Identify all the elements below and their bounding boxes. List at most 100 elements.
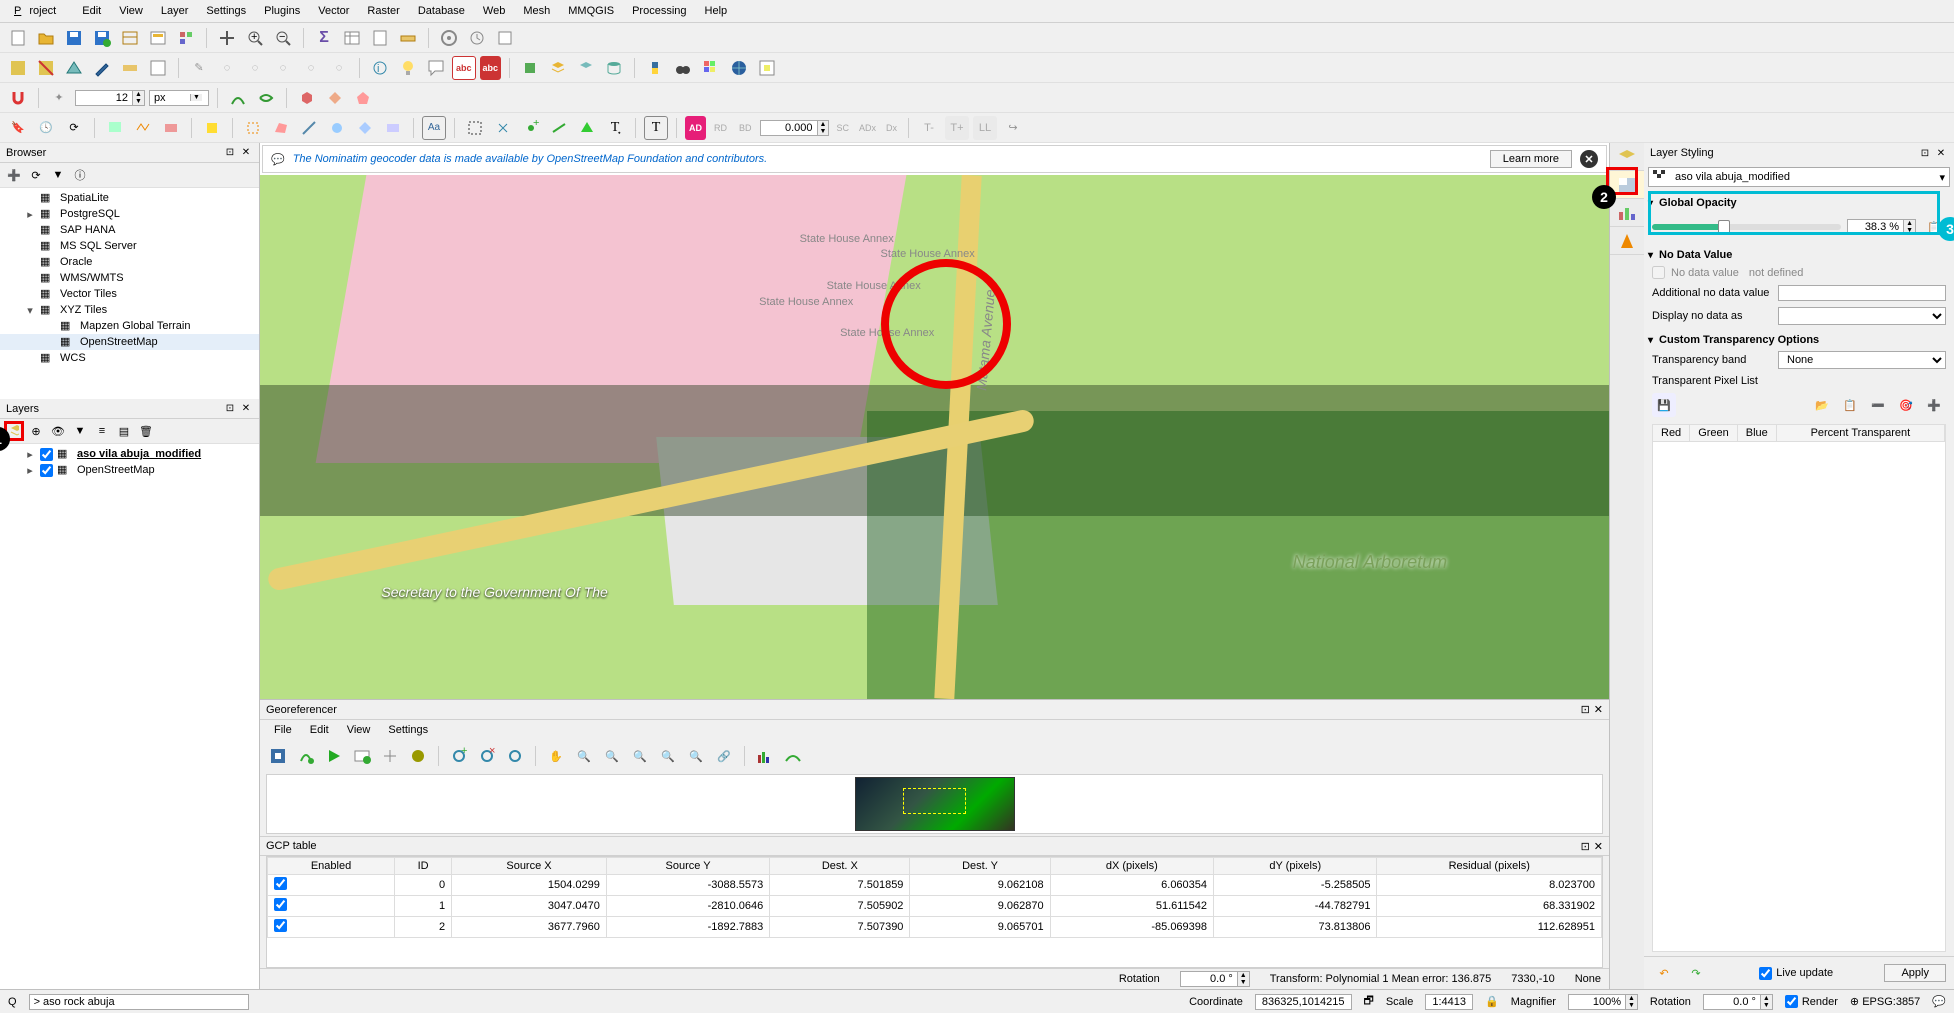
- locator-search-input[interactable]: [29, 994, 249, 1010]
- chevron-down-icon[interactable]: ▾: [1939, 171, 1945, 184]
- menu-view[interactable]: View: [111, 2, 151, 20]
- options-browser-icon[interactable]: ⓘ: [70, 165, 90, 185]
- menu-web[interactable]: Web: [475, 2, 513, 20]
- zoom-out-georef-icon[interactable]: 🔍: [600, 744, 624, 768]
- map-canvas[interactable]: State House Annex State House Annex Stat…: [260, 175, 1609, 699]
- browser-item[interactable]: ▦Mapzen Global Terrain: [0, 318, 259, 334]
- pan-icon[interactable]: [215, 26, 239, 50]
- close-styling-icon[interactable]: ✕: [1934, 146, 1948, 160]
- gcp-add-icon[interactable]: +: [447, 744, 471, 768]
- menu-vector[interactable]: Vector: [310, 2, 357, 20]
- hexagon-icon[interactable]: [295, 86, 319, 110]
- start-georef-icon[interactable]: [322, 744, 346, 768]
- georef-rotation-input[interactable]: ▲▼: [1180, 971, 1250, 987]
- nested-layer-icon[interactable]: [200, 116, 224, 140]
- measure-icon[interactable]: [396, 26, 420, 50]
- scale-factor-input[interactable]: ▲▼: [760, 120, 830, 136]
- open-attr-icon[interactable]: [340, 26, 364, 50]
- move-feature-icon[interactable]: [491, 116, 515, 140]
- close-georef-icon[interactable]: ✕: [1594, 703, 1603, 716]
- coord-x-input[interactable]: ▲▼: [75, 90, 145, 106]
- abc-1-icon[interactable]: abc: [452, 56, 476, 80]
- filter-browser-icon[interactable]: ▼: [48, 165, 68, 185]
- add-point-icon[interactable]: +: [519, 116, 543, 140]
- add-line-icon[interactable]: [547, 116, 571, 140]
- layer-select[interactable]: aso vila abuja_modified ▾: [1648, 167, 1950, 187]
- gcp-move-icon[interactable]: [503, 744, 527, 768]
- text-frame-icon[interactable]: T: [644, 116, 668, 140]
- vtab-histogram-icon[interactable]: [1610, 199, 1644, 227]
- zoom-next-icon[interactable]: 🔍: [684, 744, 708, 768]
- open-tpl-icon[interactable]: 📂: [1810, 393, 1834, 417]
- pentagon-icon[interactable]: [351, 86, 375, 110]
- history-icon[interactable]: [465, 26, 489, 50]
- browser-item[interactable]: ▸▦PostgreSQL: [0, 206, 259, 222]
- zoom-layer-georef-icon[interactable]: 🔍: [628, 744, 652, 768]
- vtab-transparency-icon[interactable]: 2: [1610, 171, 1644, 199]
- toolbox-icon[interactable]: [437, 26, 461, 50]
- curve-2-icon[interactable]: [254, 86, 278, 110]
- refresh-browser-icon[interactable]: ⟳: [26, 165, 46, 185]
- bookmark-icon[interactable]: 🔖: [6, 116, 30, 140]
- browser-item[interactable]: ▦SpatiaLite: [0, 190, 259, 206]
- pen-icon[interactable]: [90, 56, 114, 80]
- filter-layers-icon[interactable]: ▼: [70, 421, 90, 441]
- open-raster-icon[interactable]: [266, 744, 290, 768]
- virtual-layer-icon[interactable]: [546, 56, 570, 80]
- save-gcp-icon[interactable]: [350, 744, 374, 768]
- menu-project[interactable]: Project: [6, 2, 72, 20]
- browser-tree[interactable]: ▦SpatiaLite▸▦PostgreSQL▦SAP HANA▦MS SQL …: [0, 188, 259, 399]
- undock-styling-icon[interactable]: ⊡: [1918, 146, 1932, 160]
- rect-icon[interactable]: [381, 116, 405, 140]
- gcp-table[interactable]: EnabledIDSource XSource YDest. XDest. Yd…: [266, 856, 1603, 968]
- transformation-icon[interactable]: [378, 744, 402, 768]
- deselect-icon[interactable]: [34, 56, 58, 80]
- learn-more-button[interactable]: Learn more: [1490, 150, 1572, 168]
- remove-layer-icon[interactable]: [159, 116, 183, 140]
- live-update-checkbox[interactable]: [1759, 967, 1772, 980]
- messages-icon[interactable]: 💬: [1932, 995, 1946, 1008]
- pick-tpl-icon[interactable]: 🎯: [1894, 393, 1918, 417]
- close-gcp-icon[interactable]: ✕: [1594, 840, 1603, 853]
- refresh-icon[interactable]: ⟳: [62, 116, 86, 140]
- new-vector-icon[interactable]: [62, 56, 86, 80]
- display-nodata-select[interactable]: [1778, 307, 1946, 325]
- transparency-band-select[interactable]: None: [1778, 351, 1946, 369]
- undock-gcp-icon[interactable]: ⊡: [1581, 840, 1590, 853]
- browser-item[interactable]: ▦Vector Tiles: [0, 286, 259, 302]
- browser-item[interactable]: ▾▦XYZ Tiles: [0, 302, 259, 318]
- layout-manager-icon[interactable]: [118, 26, 142, 50]
- zoom-out-icon[interactable]: −: [271, 26, 295, 50]
- redo-styling-icon[interactable]: ↷: [1684, 961, 1708, 985]
- save-as-icon[interactable]: [90, 26, 114, 50]
- undock-icon[interactable]: ⊡: [223, 146, 237, 160]
- browser-item[interactable]: ▦SAP HANA: [0, 222, 259, 238]
- undock-layers-icon[interactable]: ⊡: [223, 402, 237, 416]
- line-icon[interactable]: [297, 116, 321, 140]
- close-notice-icon[interactable]: ✕: [1580, 150, 1598, 168]
- open-project-icon[interactable]: [34, 26, 58, 50]
- plugin-manage-icon[interactable]: [518, 56, 542, 80]
- scale-select[interactable]: 1:4413: [1425, 994, 1473, 1010]
- render-checkbox[interactable]: [1785, 995, 1798, 1008]
- remove-icon[interactable]: 🗑: [136, 421, 156, 441]
- nodata-section-header[interactable]: ▾No Data Value: [1644, 247, 1954, 263]
- new-scratch-icon[interactable]: [241, 116, 265, 140]
- full-histogram-icon[interactable]: [753, 744, 777, 768]
- results-icon[interactable]: [493, 26, 517, 50]
- gcp-delete-icon[interactable]: ×: [475, 744, 499, 768]
- ad-tag-icon[interactable]: AD: [685, 116, 706, 140]
- abc-2-icon[interactable]: abc: [480, 56, 502, 80]
- gmenu-file[interactable]: File: [266, 722, 300, 738]
- menu-edit[interactable]: Edit: [74, 2, 109, 20]
- geometry-check-icon[interactable]: [103, 116, 127, 140]
- zoom-last-icon[interactable]: 🔍: [656, 744, 680, 768]
- new-project-icon[interactable]: [6, 26, 30, 50]
- undock-georef-icon[interactable]: ⊡: [1581, 703, 1590, 716]
- polygon-icon[interactable]: [269, 116, 293, 140]
- layer-item[interactable]: ▸ ▦aso vila abuja_modified: [0, 446, 259, 462]
- menu-layer[interactable]: Layer: [153, 2, 197, 20]
- pan-georef-icon[interactable]: ✋: [544, 744, 568, 768]
- crs-button[interactable]: ⊕ EPSG:3857: [1850, 995, 1920, 1008]
- add-group-icon[interactable]: ⊕: [26, 421, 46, 441]
